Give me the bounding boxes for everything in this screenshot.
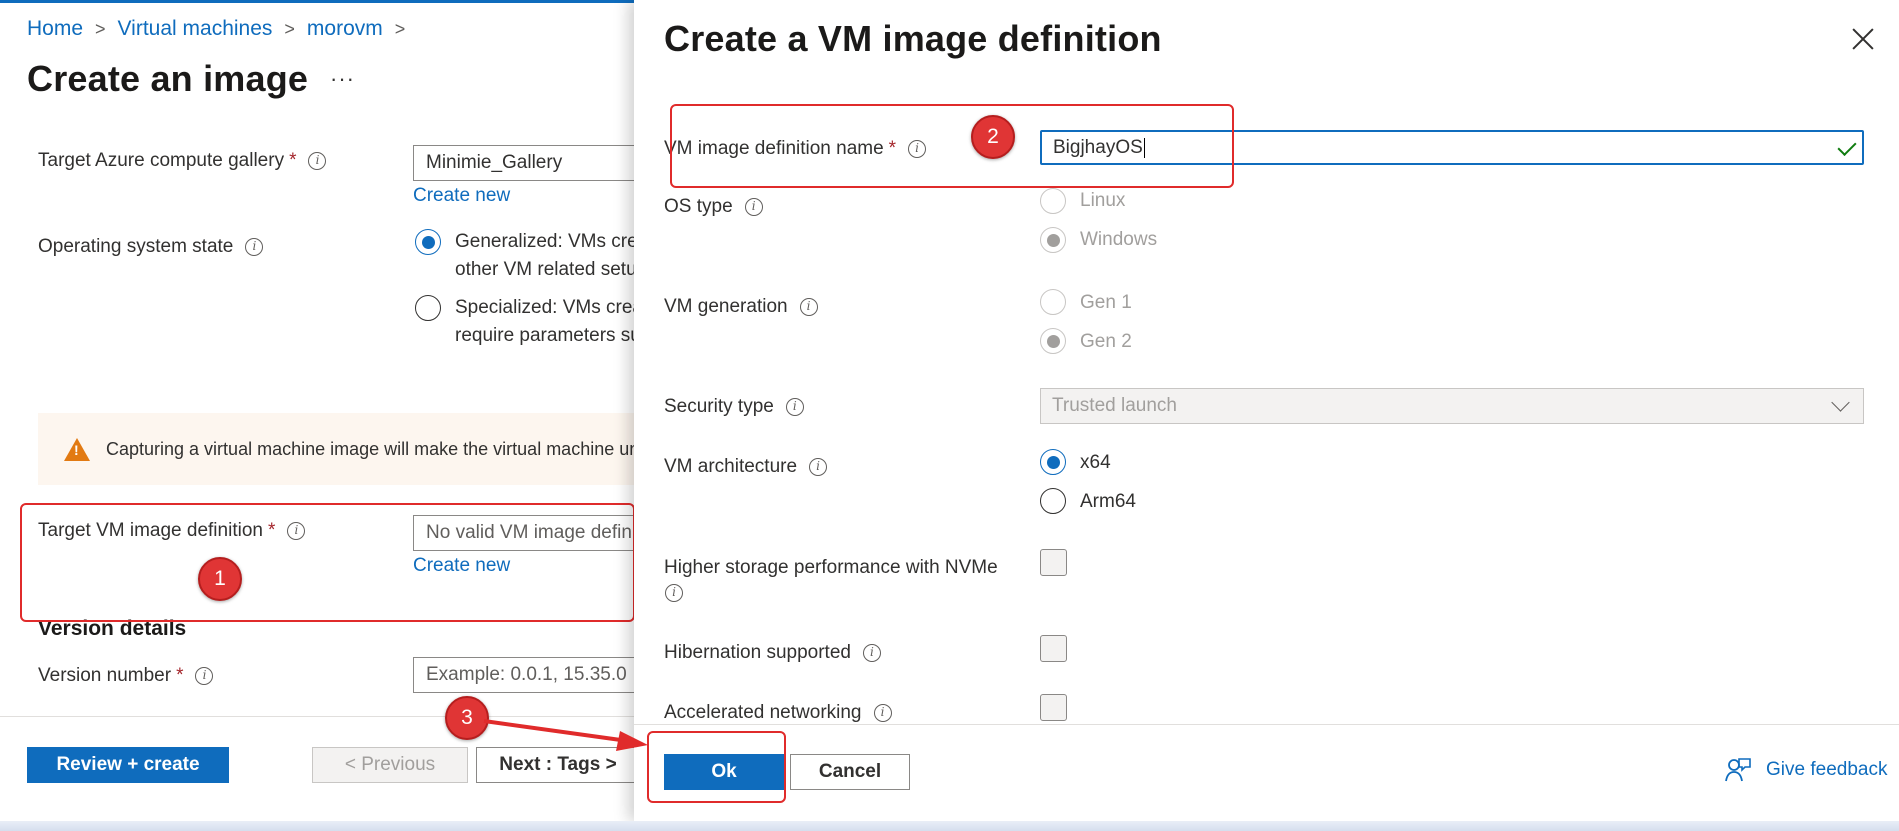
taskbar-strip [0, 821, 1899, 831]
annotation-arrow [483, 719, 648, 751]
more-options-button[interactable]: ··· [330, 66, 355, 92]
security-type-value: Trusted launch [1052, 395, 1177, 416]
info-icon: i [744, 198, 763, 216]
info-icon: i [785, 398, 804, 416]
breadcrumb-home[interactable]: Home [27, 17, 83, 41]
info-icon: i [195, 667, 214, 685]
warning-banner: Capturing a virtual machine image will m… [38, 413, 638, 485]
os-state-label: Operating system state i [38, 236, 264, 258]
warning-text: Capturing a virtual machine image will m… [106, 438, 638, 459]
vm-architecture-label: VM architecture i [664, 456, 828, 478]
info-icon: i [308, 152, 327, 170]
gallery-label: Target Azure compute gallery * i [38, 150, 327, 172]
annotation-badge-2: 2 [971, 115, 1015, 159]
os-linux-radio[interactable] [1040, 188, 1066, 214]
specialized-radio[interactable] [415, 295, 441, 321]
gen2-label: Gen 2 [1080, 331, 1132, 352]
os-windows-radio[interactable] [1040, 227, 1066, 253]
breadcrumb-separator: > [284, 18, 295, 39]
arm64-radio[interactable] [1040, 488, 1066, 514]
give-feedback-text: Give feedback [1766, 759, 1888, 780]
warning-icon [64, 437, 90, 461]
annotation-box-1 [20, 503, 635, 622]
version-number-input[interactable]: Example: 0.0.1, 15.35.0 [413, 657, 643, 693]
specialized-option-text: Specialized: VMs crea require parameters … [455, 297, 635, 346]
page-title: Create an image [27, 58, 309, 99]
gen2-radio[interactable] [1040, 328, 1066, 354]
security-type-select[interactable]: Trusted launch [1040, 388, 1864, 424]
checkmark-icon [1837, 136, 1857, 157]
give-feedback-link[interactable]: Give feedback [1724, 756, 1887, 784]
review-create-button[interactable]: Review + create [27, 747, 229, 783]
annotation-box-2 [670, 104, 1234, 188]
arm64-label: Arm64 [1080, 491, 1136, 512]
gen1-radio[interactable] [1040, 289, 1066, 315]
panel-footer-divider [634, 724, 1899, 725]
breadcrumb-separator: > [394, 18, 406, 39]
panel-title: Create a VM image definition [664, 18, 1162, 59]
generalized-radio[interactable] [415, 229, 441, 255]
info-icon: i [665, 584, 683, 602]
security-type-label: Security type i [664, 396, 804, 418]
gallery-select[interactable]: Minimie_Gallery [413, 145, 643, 181]
info-icon: i [862, 644, 881, 662]
nvme-checkbox[interactable] [1040, 549, 1067, 576]
info-icon: i [873, 704, 892, 722]
generalized-option-text: Generalized: VMs cre other VM related set… [455, 231, 635, 280]
info-icon: i [245, 238, 264, 256]
gen1-label: Gen 1 [1080, 292, 1132, 313]
nvme-label: Higher storage performance with NVMe [664, 557, 998, 578]
os-linux-label: Linux [1080, 190, 1126, 211]
previous-button[interactable]: < Previous [312, 747, 468, 783]
annotation-box-3 [647, 731, 786, 803]
info-icon: i [799, 298, 818, 316]
close-icon[interactable] [1848, 24, 1878, 54]
os-type-label: OS type i [664, 196, 763, 218]
annotation-badge-1: 1 [198, 557, 242, 601]
chevron-down-icon [1831, 393, 1850, 412]
breadcrumb-virtual-machines[interactable]: Virtual machines [118, 17, 273, 41]
feedback-icon [1725, 758, 1751, 782]
vm-generation-label: VM generation i [664, 296, 818, 318]
os-windows-label: Windows [1080, 229, 1158, 250]
breadcrumb: Home > Virtual machines > morovm > [27, 17, 417, 41]
hibernation-label: Hibernation supported i [664, 642, 881, 664]
hibernation-checkbox[interactable] [1040, 635, 1067, 662]
info-icon: i [809, 458, 828, 476]
accelerated-networking-label: Accelerated networking i [664, 702, 892, 724]
breadcrumb-vm[interactable]: morovm [307, 17, 383, 41]
cancel-button[interactable]: Cancel [790, 754, 910, 790]
accelerated-networking-checkbox[interactable] [1040, 694, 1067, 721]
gallery-create-new-link[interactable]: Create new [413, 185, 510, 207]
x64-radio[interactable] [1040, 449, 1066, 475]
version-number-label: Version number * i [38, 665, 214, 687]
x64-label: x64 [1080, 452, 1111, 473]
breadcrumb-separator: > [95, 18, 106, 39]
